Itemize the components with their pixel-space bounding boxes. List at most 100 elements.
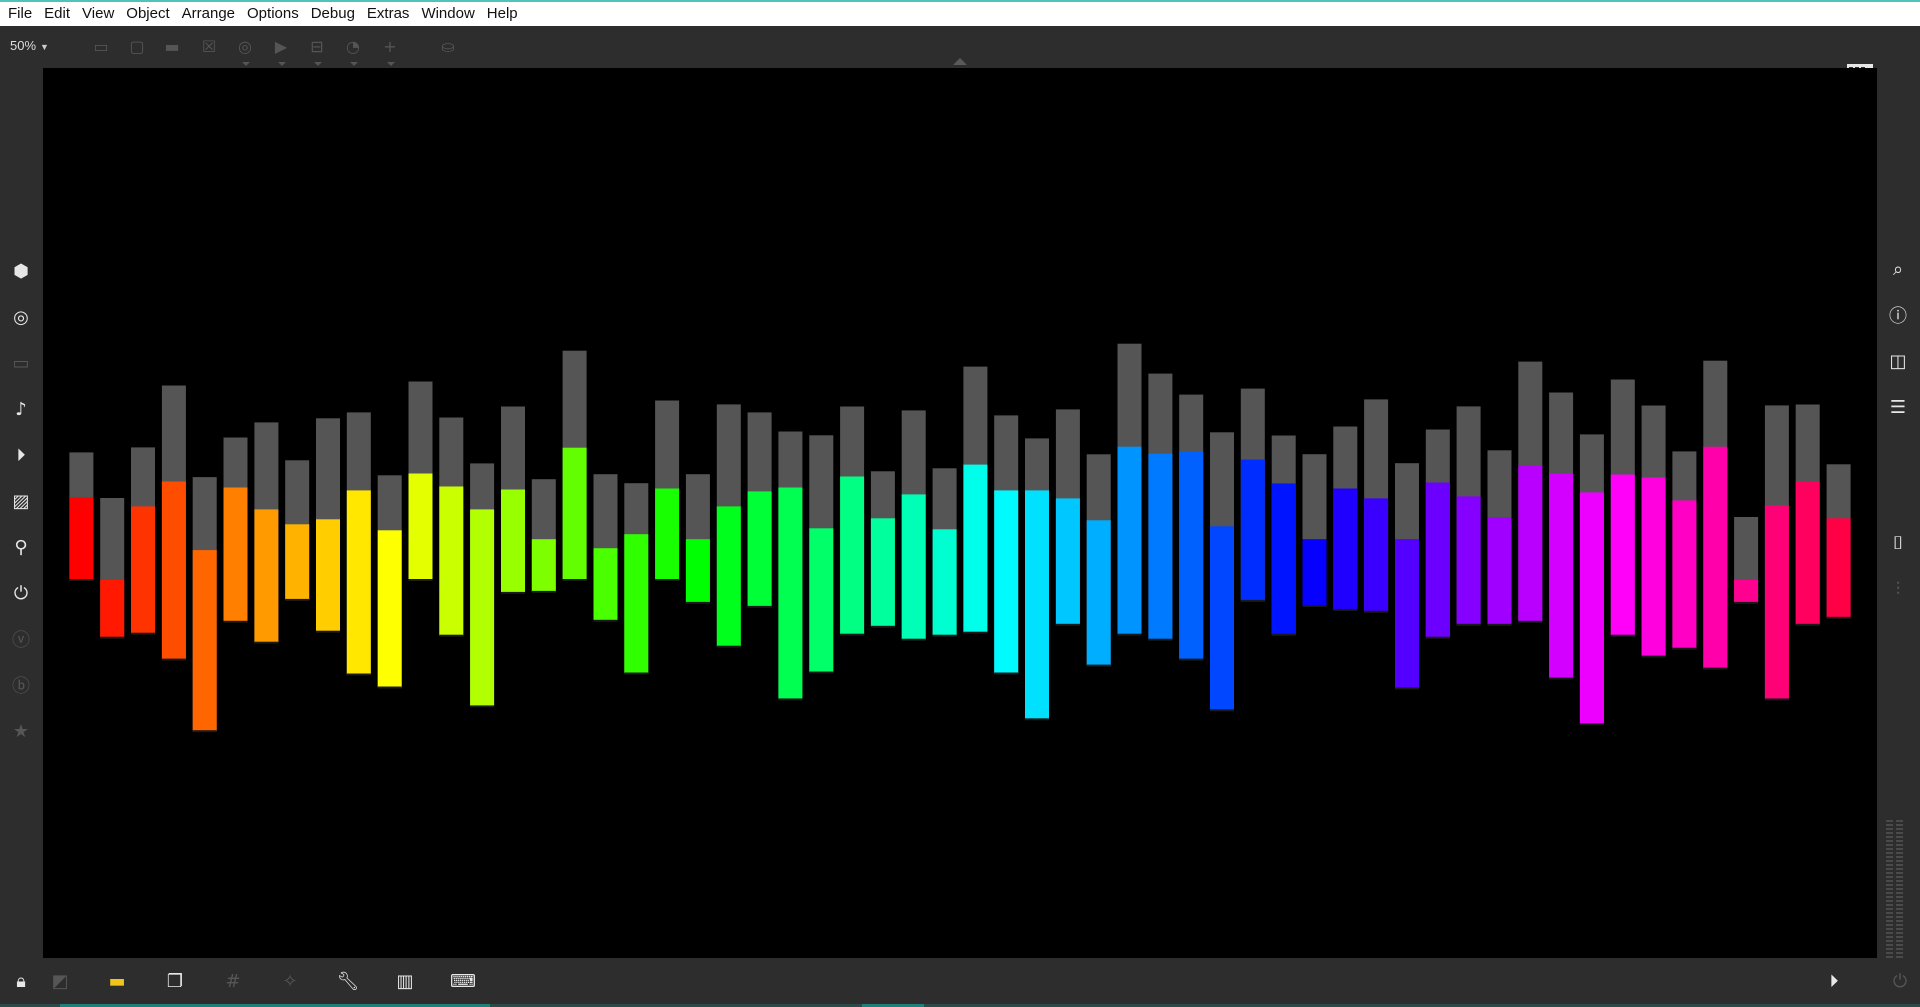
slider-value-bar[interactable]: [624, 534, 649, 674]
slider-value-bar[interactable]: [439, 486, 464, 636]
paperclip-icon[interactable]: ⚲: [8, 534, 34, 560]
slider-value-bar[interactable]: [1240, 459, 1265, 601]
grid-icon[interactable]: #: [220, 968, 246, 994]
slider-value-bar[interactable]: [316, 519, 340, 632]
slider-value-bar[interactable]: [470, 509, 495, 707]
slider-value-bar[interactable]: [778, 487, 803, 700]
music-note-icon[interactable]: ♪: [8, 396, 34, 422]
slider-value-bar[interactable]: [1826, 518, 1851, 618]
slider-value-bar[interactable]: [254, 509, 279, 643]
power-icon[interactable]: ⏻: [1887, 968, 1913, 994]
menu-file[interactable]: File: [2, 2, 38, 26]
slider-value-bar[interactable]: [963, 464, 988, 633]
slider-value-bar[interactable]: [531, 539, 556, 592]
columns-icon[interactable]: ◫: [1885, 348, 1911, 374]
slider-value-bar[interactable]: [1086, 520, 1111, 666]
slider-value-bar[interactable]: [870, 518, 895, 627]
presentation-window-icon[interactable]: ▭: [90, 36, 112, 58]
slider-value-bar[interactable]: [1549, 473, 1574, 679]
slider-value-bar[interactable]: [1333, 488, 1358, 610]
slider-value-bar[interactable]: [1179, 451, 1204, 660]
slider-value-bar[interactable]: [1210, 526, 1234, 711]
slider-value-bar[interactable]: [994, 490, 1019, 674]
slider-value-bar[interactable]: [1641, 477, 1666, 657]
menu-options[interactable]: Options: [241, 2, 305, 26]
transport-icon[interactable]: ⏵: [1821, 968, 1847, 994]
slider-value-bar[interactable]: [685, 539, 710, 603]
slider-value-bar[interactable]: [1456, 496, 1481, 625]
slider-value-bar[interactable]: [161, 481, 186, 660]
step-sequencer-icon[interactable]: ⏵: [8, 442, 34, 468]
image-icon[interactable]: ▨: [8, 488, 34, 514]
slider-value-bar[interactable]: [809, 528, 834, 673]
slider-value-bar[interactable]: [501, 489, 525, 594]
slider-value-bar[interactable]: [1579, 492, 1604, 725]
slider-value-bar[interactable]: [1148, 453, 1173, 640]
info-icon[interactable]: ⓘ: [1885, 302, 1911, 328]
slider-icon[interactable]: ▭: [8, 350, 34, 376]
slider-value-bar[interactable]: [1764, 505, 1789, 700]
mixer-icon[interactable]: ⫶: [1885, 576, 1911, 602]
slider-value-bar[interactable]: [1734, 580, 1759, 603]
slider-value-bar[interactable]: [1395, 539, 1419, 689]
slider-value-bar[interactable]: [1302, 539, 1327, 606]
slider-value-bar[interactable]: [1364, 498, 1389, 612]
target-icon[interactable]: ◎: [8, 304, 34, 330]
toggle-icon[interactable]: ☒: [198, 36, 220, 58]
multislider-plot[interactable]: [43, 68, 1877, 958]
menu-debug[interactable]: Debug: [305, 2, 361, 26]
slider-value-bar[interactable]: [346, 490, 371, 675]
menu-arrange[interactable]: Arrange: [176, 2, 241, 26]
slider-value-bar[interactable]: [1117, 446, 1142, 635]
menu-edit[interactable]: Edit: [38, 2, 76, 26]
slider-value-bar[interactable]: [100, 580, 125, 638]
message-box-icon[interactable]: ▬: [161, 36, 183, 58]
slider-value-bar[interactable]: [1672, 500, 1697, 649]
circle-button-icon[interactable]: ◎: [234, 36, 256, 66]
edit-mode-icon[interactable]: ◩: [47, 968, 73, 994]
snapshot-icon[interactable]: ⌷: [1885, 530, 1911, 556]
beap-icon[interactable]: ⓑ: [8, 672, 34, 698]
list-icon[interactable]: ☰: [1885, 394, 1911, 420]
slider-value-bar[interactable]: [1518, 465, 1543, 622]
layers-icon[interactable]: ❐: [162, 968, 188, 994]
slider-value-bar[interactable]: [69, 497, 94, 580]
slider-value-bar[interactable]: [932, 529, 957, 636]
slider-value-bar[interactable]: [223, 487, 248, 622]
paint-bucket-icon[interactable]: ⛀: [437, 36, 459, 58]
package-icon[interactable]: ⬢: [8, 258, 34, 284]
patcher-canvas[interactable]: [43, 68, 1877, 958]
slider-value-bar[interactable]: [1610, 474, 1635, 636]
slider-value-bar[interactable]: [562, 447, 587, 580]
slider-value-bar[interactable]: [901, 494, 926, 640]
menu-object[interactable]: Object: [120, 2, 175, 26]
slider-value-bar[interactable]: [655, 488, 680, 581]
menu-view[interactable]: View: [76, 2, 120, 26]
piano-icon[interactable]: ▥: [392, 968, 418, 994]
menu-extras[interactable]: Extras: [361, 2, 416, 26]
toolbar-collapse-arrow[interactable]: [953, 58, 967, 65]
slider-value-bar[interactable]: [1425, 482, 1450, 638]
split-box-icon[interactable]: ⊟: [306, 36, 328, 66]
add-icon[interactable]: +: [379, 36, 401, 66]
play-button-icon[interactable]: ▶: [270, 36, 292, 66]
slider-value-bar[interactable]: [1271, 483, 1296, 635]
presentation-icon[interactable]: ▬: [104, 968, 130, 994]
star-icon[interactable]: ★: [8, 718, 34, 744]
slider-value-bar[interactable]: [1487, 517, 1512, 625]
slider-value-bar[interactable]: [285, 524, 310, 600]
slider-value-bar[interactable]: [192, 550, 217, 732]
slider-value-bar[interactable]: [840, 476, 865, 635]
slider-value-bar[interactable]: [716, 506, 741, 647]
slider-value-bar[interactable]: [747, 491, 772, 607]
keyboard-icon[interactable]: ⌨: [450, 968, 476, 994]
menu-help[interactable]: Help: [481, 2, 524, 26]
slider-value-bar[interactable]: [131, 506, 155, 634]
slider-value-bar[interactable]: [1795, 481, 1820, 625]
snap-wand-icon[interactable]: ✧: [277, 968, 303, 994]
menu-window[interactable]: Window: [415, 2, 480, 26]
lock-icon[interactable]: 🔒︎: [8, 968, 34, 994]
comment-box-icon[interactable]: ▢: [126, 36, 148, 58]
dial-icon[interactable]: ◔: [342, 36, 364, 66]
zoom-dropdown[interactable]: 50% ▼: [10, 38, 49, 53]
